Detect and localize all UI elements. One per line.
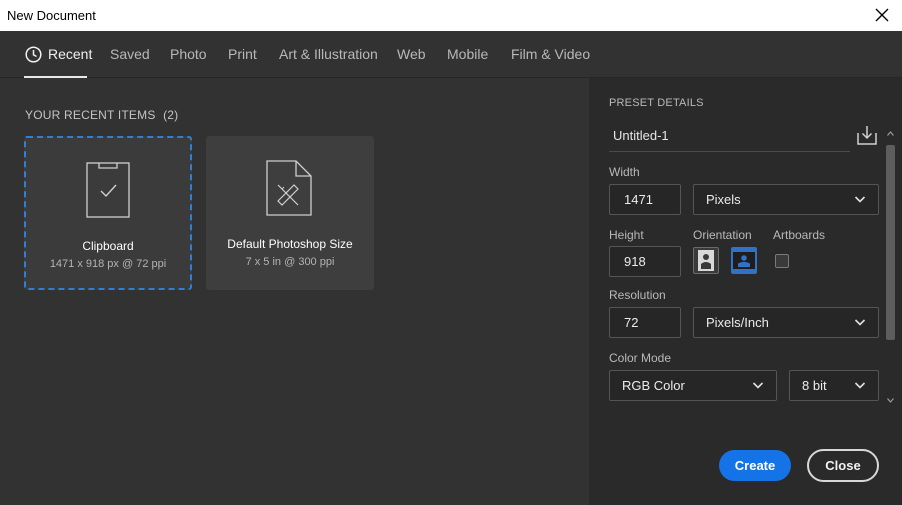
height-label: Height xyxy=(609,228,644,242)
recent-items-panel: YOUR RECENT ITEMS (2) Clipboard 1471 x 9… xyxy=(0,79,588,505)
color-mode-value: RGB Color xyxy=(622,378,685,393)
tab-print[interactable]: Print xyxy=(228,46,257,62)
width-unit-value: Pixels xyxy=(706,192,741,207)
color-mode-label: Color Mode xyxy=(609,351,672,365)
recent-item-name: Clipboard xyxy=(82,239,134,253)
portrait-icon xyxy=(698,250,714,271)
document-name-input[interactable]: Untitled-1 xyxy=(609,123,850,152)
width-label: Width xyxy=(609,165,640,179)
recent-item-default-photoshop-size[interactable]: Default Photoshop Size 7 x 5 in @ 300 pp… xyxy=(206,136,374,290)
preset-details-label: PRESET DETAILS xyxy=(609,97,704,109)
orientation-portrait-button[interactable] xyxy=(693,247,719,274)
document-ruler-icon xyxy=(266,160,312,216)
recent-item-name: Default Photoshop Size xyxy=(227,237,353,251)
chevron-down-icon xyxy=(854,382,866,389)
clipboard-icon xyxy=(86,162,130,218)
chevron-down-icon xyxy=(854,319,866,326)
create-button[interactable]: Create xyxy=(719,450,791,481)
bit-depth-select[interactable]: 8 bit xyxy=(789,370,879,401)
recent-item-size: 1471 x 918 px @ 72 ppi xyxy=(49,258,167,270)
width-input[interactable]: 1471 xyxy=(609,184,681,215)
recent-items-title: YOUR RECENT ITEMS xyxy=(25,108,156,122)
new-document-dialog: Recent Saved Photo Print Art & Illustrat… xyxy=(0,31,902,505)
orientation-label: Orientation xyxy=(693,228,752,242)
artboards-label: Artboards xyxy=(773,228,826,242)
tab-saved[interactable]: Saved xyxy=(110,46,150,62)
chevron-down-icon xyxy=(854,196,866,203)
tab-art-illustration[interactable]: Art & Illustration xyxy=(279,46,378,62)
scroll-down-icon[interactable] xyxy=(887,398,894,403)
recent-items-header: YOUR RECENT ITEMS (2) xyxy=(25,108,178,122)
tab-mobile[interactable]: Mobile xyxy=(447,46,488,62)
color-mode-select[interactable]: RGB Color xyxy=(609,370,777,401)
resolution-unit-value: Pixels/Inch xyxy=(706,315,769,330)
preset-scrollbar[interactable] xyxy=(885,127,896,407)
recent-items-count: (2) xyxy=(163,108,179,122)
bit-depth-value: 8 bit xyxy=(802,378,827,393)
orientation-landscape-button[interactable] xyxy=(731,247,757,274)
landscape-icon xyxy=(733,252,755,269)
height-input[interactable]: 918 xyxy=(609,246,681,277)
resolution-input[interactable]: 72 xyxy=(609,307,681,338)
artboards-checkbox[interactable] xyxy=(775,254,789,268)
tab-photo[interactable]: Photo xyxy=(170,46,207,62)
scroll-up-icon[interactable] xyxy=(887,131,894,136)
scroll-thumb[interactable] xyxy=(886,145,895,340)
resolution-label: Resolution xyxy=(609,288,666,302)
close-icon[interactable] xyxy=(873,6,891,24)
preset-details-panel: PRESET DETAILS Untitled-1 Width 1471 Pix… xyxy=(589,78,902,505)
save-preset-icon[interactable] xyxy=(856,124,878,146)
active-tab-indicator xyxy=(24,76,87,78)
window-title: New Document xyxy=(7,8,96,23)
recent-item-size: 7 x 5 in @ 300 ppi xyxy=(245,256,335,268)
tab-recent[interactable]: Recent xyxy=(48,46,92,62)
category-tabs: Recent Saved Photo Print Art & Illustrat… xyxy=(0,31,902,78)
tab-web[interactable]: Web xyxy=(397,46,426,62)
title-bar: New Document xyxy=(0,0,902,31)
chevron-down-icon xyxy=(752,382,764,389)
close-button[interactable]: Close xyxy=(807,449,879,482)
recent-item-clipboard[interactable]: Clipboard 1471 x 918 px @ 72 ppi xyxy=(24,136,192,290)
width-unit-select[interactable]: Pixels xyxy=(693,184,879,215)
clock-icon xyxy=(25,46,42,63)
tab-film-video[interactable]: Film & Video xyxy=(511,46,590,62)
resolution-unit-select[interactable]: Pixels/Inch xyxy=(693,307,879,338)
